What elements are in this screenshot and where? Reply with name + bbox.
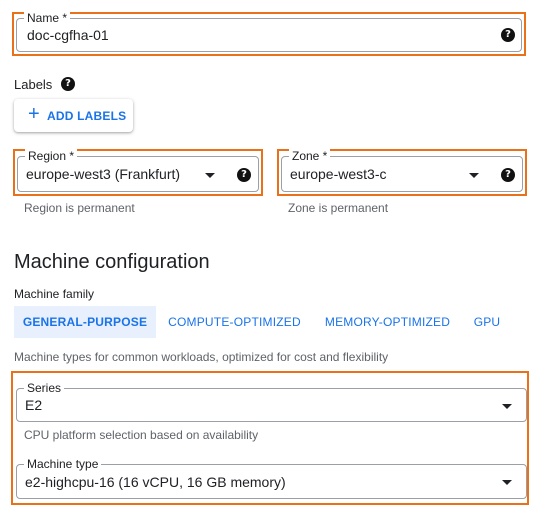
region-field-label: Region * (25, 149, 78, 163)
name-field[interactable]: Name * doc-cgfha-01 ? (16, 11, 522, 52)
tab-memory-optimized[interactable]: MEMORY-OPTIMIZED (316, 306, 459, 338)
machine-family-description: Machine types for common workloads, opti… (14, 350, 389, 364)
zone-hint: Zone is permanent (288, 201, 389, 215)
machine-type-select[interactable]: Machine type e2-highcpu-16 (16 vCPU, 16 … (16, 457, 527, 499)
help-circle-icon[interactable]: ? (237, 168, 251, 182)
machine-type-field-label: Machine type (24, 457, 102, 471)
caret-down-icon[interactable] (205, 173, 215, 178)
name-field-label: Name * (24, 11, 71, 25)
help-circle-icon[interactable]: ? (501, 28, 515, 42)
tab-gpu[interactable]: GPU (467, 306, 507, 338)
series-field-label: Series (24, 381, 65, 395)
series-select[interactable]: Series E2 (16, 381, 527, 422)
series-machine-highlight: Series E2 CPU platform selection based o… (11, 371, 529, 505)
tab-compute-optimized[interactable]: COMPUTE-OPTIMIZED (160, 306, 309, 338)
name-input[interactable]: doc-cgfha-01 (27, 27, 109, 43)
region-hint: Region is permanent (24, 201, 135, 215)
caret-down-icon[interactable] (469, 173, 479, 178)
caret-down-icon[interactable] (502, 480, 512, 485)
zone-field-highlight: Zone * europe-west3-c ? (277, 149, 527, 196)
machine-family-label: Machine family (14, 287, 95, 301)
labels-title: Labels (14, 77, 53, 92)
zone-field-label: Zone * (289, 149, 331, 163)
name-field-highlight: Name * doc-cgfha-01 ? (12, 11, 526, 56)
series-hint: CPU platform selection based on availabi… (24, 428, 259, 442)
plus-icon: + (28, 103, 40, 125)
add-labels-button[interactable]: + ADD LABELS (14, 99, 133, 132)
caret-down-icon[interactable] (502, 404, 512, 409)
tab-general-purpose[interactable]: GENERAL-PURPOSE (14, 306, 156, 338)
add-labels-label: ADD LABELS (47, 109, 127, 123)
zone-value: europe-west3-c (290, 166, 387, 182)
machine-type-value: e2-highcpu-16 (16 vCPU, 16 GB memory) (25, 474, 286, 490)
series-value: E2 (25, 397, 43, 413)
machine-config-heading: Machine configuration (14, 251, 210, 273)
help-circle-icon[interactable]: ? (61, 77, 75, 91)
help-circle-icon[interactable]: ? (501, 168, 515, 182)
region-field-highlight: Region * europe-west3 (Frankfurt) ? (13, 149, 263, 196)
region-value: europe-west3 (Frankfurt) (26, 166, 181, 182)
zone-select[interactable]: Zone * europe-west3-c ? (281, 149, 523, 192)
region-select[interactable]: Region * europe-west3 (Frankfurt) ? (17, 149, 259, 192)
